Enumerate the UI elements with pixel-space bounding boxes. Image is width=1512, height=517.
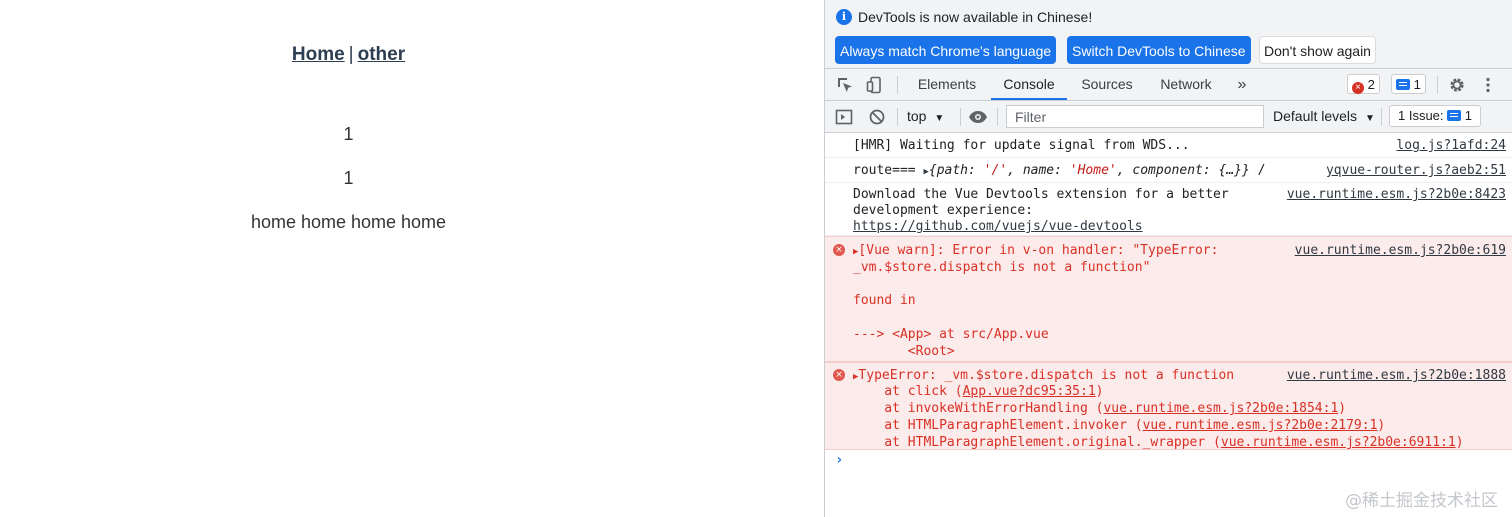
stack-frame-link[interactable]: vue.runtime.esm.js?2b0e:6911:1 xyxy=(1221,435,1456,450)
message-text: development experience: xyxy=(853,203,1034,218)
source-link[interactable]: yqvue-router.js?aeb2:51 xyxy=(1326,163,1506,178)
route-suffix: / xyxy=(1249,163,1266,178)
stack-frame: at HTMLParagraphElement.original._wrappe… xyxy=(853,435,1464,450)
context-value: top xyxy=(907,108,927,124)
error-count-badge[interactable]: × 2 xyxy=(1347,74,1380,94)
filter-input[interactable] xyxy=(1006,105,1264,128)
source-link[interactable]: vue.runtime.esm.js?2b0e:1888 xyxy=(1287,368,1506,383)
warn-line-4: ---> <App> at src/App.vue xyxy=(853,327,1049,342)
issues-button[interactable]: 1 Issue: 1 xyxy=(1389,105,1482,127)
error-line-1: ▶TypeError: _vm.$store.dispatch is not a… xyxy=(853,368,1234,383)
console-message-hmr: [HMR] Waiting for update signal from WDS… xyxy=(825,133,1512,158)
inspect-element-icon[interactable] xyxy=(836,76,854,94)
log-levels-value: Default levels xyxy=(1273,108,1358,124)
toolbar-divider xyxy=(897,108,898,126)
devtools-tabbar: Elements Console Sources Network » × 2 1 xyxy=(825,69,1512,101)
app-viewport: Home | other 1 1 home home home home xyxy=(0,0,824,517)
warn-line-1: ▶[Vue warn]: Error in v-on handler: "Typ… xyxy=(853,243,1218,258)
device-toolbar-icon[interactable] xyxy=(866,76,884,94)
warn-text: [Vue warn]: Error in v-on handler: "Type… xyxy=(858,243,1219,258)
more-options-icon[interactable] xyxy=(1479,76,1497,94)
error-icon: × xyxy=(833,244,845,256)
console-output: [HMR] Waiting for update signal from WDS… xyxy=(825,133,1512,474)
dropdown-arrow-icon: ▼ xyxy=(934,113,945,124)
message-count: 1 xyxy=(1413,77,1421,92)
tabbar-divider xyxy=(897,76,898,94)
nav-link-home[interactable]: Home xyxy=(292,44,345,65)
info-icon: i xyxy=(836,9,852,25)
warn-line-2: _vm.$store.dispatch is not a function" xyxy=(853,260,1151,275)
obj-value: {…}} xyxy=(1218,163,1250,178)
console-toolbar: top ▼ Default levels ▼ 1 Issue: 1 xyxy=(825,101,1512,133)
console-prompt-icon: › xyxy=(835,452,844,468)
log-levels-dropdown[interactable]: Default levels ▼ xyxy=(1273,101,1375,132)
context-selector[interactable]: top ▼ xyxy=(907,101,951,132)
switch-to-chinese-button[interactable]: Switch DevTools to Chinese xyxy=(1067,36,1251,64)
obj-value: '/' xyxy=(983,163,1008,178)
stack-frame: at HTMLParagraphElement.invoker (vue.run… xyxy=(853,418,1386,433)
tab-console[interactable]: Console xyxy=(991,69,1067,100)
console-error-vue-warn: × ▶[Vue warn]: Error in v-on handler: "T… xyxy=(825,236,1512,362)
devtools-panel: i DevTools is now available in Chinese! … xyxy=(824,0,1512,517)
more-tabs-icon[interactable]: » xyxy=(1229,69,1255,100)
tab-elements[interactable]: Elements xyxy=(909,69,985,100)
nav-separator: | xyxy=(348,44,354,65)
tabbar-divider xyxy=(1437,76,1438,94)
toolbar-divider xyxy=(960,108,961,126)
infobar-message: DevTools is now available in Chinese! xyxy=(858,9,1093,25)
route-log[interactable]: route=== ▶{path: '/', name: 'Home', comp… xyxy=(853,163,1265,178)
error-count: 2 xyxy=(1367,77,1375,92)
stack-frame: at invokeWithErrorHandling (vue.runtime.… xyxy=(853,401,1347,416)
issues-label: 1 Issue: xyxy=(1398,108,1444,123)
error-text: TypeError: _vm.$store.dispatch is not a … xyxy=(858,368,1235,383)
console-message-devtools-hint: Download the Vue Devtools extension for … xyxy=(825,183,1512,236)
obj-key: component xyxy=(1132,163,1203,178)
message-text: Download the Vue Devtools extension for … xyxy=(853,187,1229,202)
route-prefix: route=== xyxy=(853,163,924,178)
console-message-route: route=== ▶{path: '/', name: 'Home', comp… xyxy=(825,158,1512,183)
error-icon: × xyxy=(833,369,845,381)
obj-key: name xyxy=(1022,163,1055,178)
dont-show-again-button[interactable]: Don't show again xyxy=(1259,36,1376,64)
always-match-language-button[interactable]: Always match Chrome's language xyxy=(835,36,1057,64)
warn-line-3: found in xyxy=(853,293,916,308)
counter-text-2[interactable]: 1 xyxy=(0,168,697,189)
dropdown-arrow-icon: ▼ xyxy=(1364,113,1375,124)
source-link[interactable]: vue.runtime.esm.js?2b0e:8423 xyxy=(1287,187,1506,202)
issues-count: 1 xyxy=(1464,108,1473,123)
obj-key: path xyxy=(936,163,969,178)
app-nav: Home | other xyxy=(0,44,697,66)
nav-link-other[interactable]: other xyxy=(358,44,406,65)
stack-frame: at click (App.vue?dc95:35:1) xyxy=(853,384,1104,399)
warn-line-5: <Root> xyxy=(853,344,955,359)
obj-value: 'Home' xyxy=(1069,163,1117,178)
counter-text-1[interactable]: 1 xyxy=(0,124,697,145)
source-link[interactable]: log.js?1afd:24 xyxy=(1396,138,1506,153)
tab-sources[interactable]: Sources xyxy=(1071,69,1143,100)
toolbar-divider xyxy=(1381,108,1382,126)
source-link[interactable]: vue.runtime.esm.js?2b0e:619 xyxy=(1295,243,1506,258)
console-error-type-error: × ▶TypeError: _vm.$store.dispatch is not… xyxy=(825,362,1512,450)
stack-frame-link[interactable]: App.vue?dc95:35:1 xyxy=(963,384,1096,399)
stack-frame-link[interactable]: vue.runtime.esm.js?2b0e:1854:1 xyxy=(1103,401,1338,416)
console-prompt-row[interactable]: › xyxy=(825,450,1512,474)
error-icon: × xyxy=(1352,82,1364,94)
devtools-link[interactable]: https://github.com/vuejs/vue-devtools xyxy=(853,219,1143,234)
live-expression-eye-icon[interactable] xyxy=(968,108,988,126)
stack-frame-link[interactable]: vue.runtime.esm.js?2b0e:2179:1 xyxy=(1143,418,1378,433)
watermark: @稀土掘金技术社区 xyxy=(1345,491,1498,511)
message-text: [HMR] Waiting for update signal from WDS… xyxy=(853,138,1190,153)
settings-gear-icon[interactable] xyxy=(1448,76,1466,94)
message-icon xyxy=(1396,79,1410,90)
home-text: home home home home xyxy=(250,212,447,232)
message-count-badge[interactable]: 1 xyxy=(1391,74,1426,94)
tab-network[interactable]: Network xyxy=(1149,69,1223,100)
clear-console-icon[interactable] xyxy=(868,108,886,126)
issue-message-icon xyxy=(1447,110,1462,121)
sidebar-toggle-icon[interactable] xyxy=(835,108,853,126)
toolbar-divider xyxy=(997,108,998,126)
language-infobar: i DevTools is now available in Chinese! … xyxy=(825,0,1512,69)
